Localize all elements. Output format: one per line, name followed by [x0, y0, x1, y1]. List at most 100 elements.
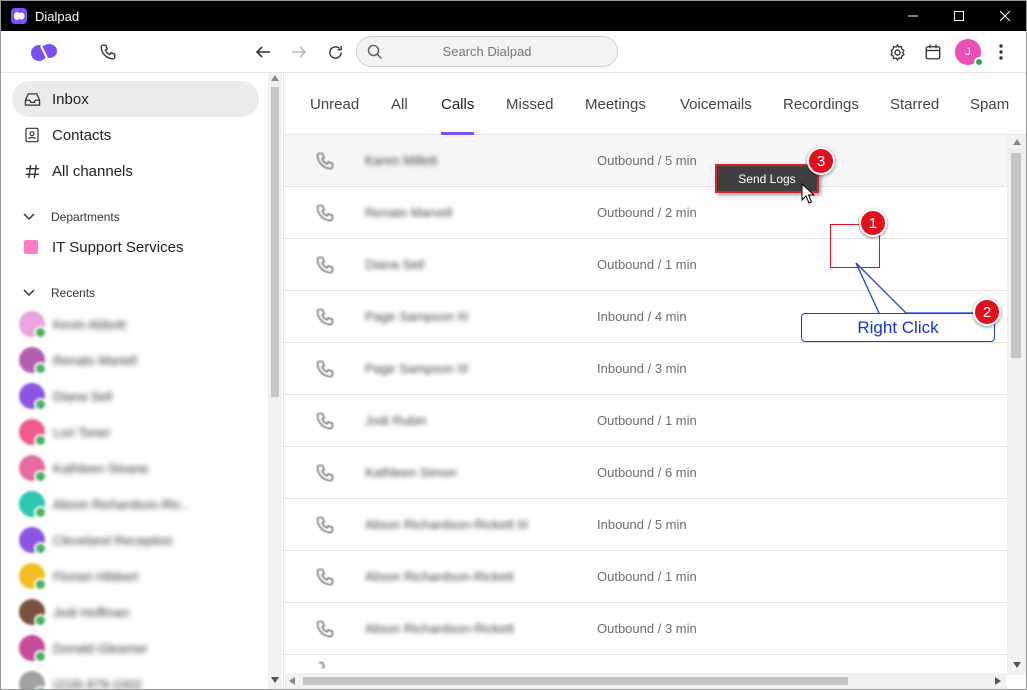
settings-gear-icon[interactable] [885, 31, 909, 73]
departments-section-toggle[interactable]: Departments [23, 210, 120, 224]
call-list-row[interactable]: Diana Sell Outbound / 1 min [285, 239, 1007, 291]
dialpad-logo-icon[interactable] [27, 31, 61, 73]
scrollbar-thumb[interactable] [271, 87, 279, 397]
call-list-row[interactable]: Renato Marvell Outbound / 2 min [285, 187, 1007, 239]
sidebar-item-inbox[interactable]: Inbox [12, 81, 259, 117]
user-avatar[interactable]: J [955, 39, 984, 67]
recent-contact[interactable]: Jodi Hoffman [19, 598, 130, 627]
phone-call-icon [315, 619, 335, 644]
more-vertical-icon[interactable] [991, 31, 1011, 73]
scroll-right-arrow-icon[interactable] [995, 677, 1001, 685]
phone-call-icon [315, 255, 335, 280]
call-contact-name: Jodi Rubin [365, 413, 427, 428]
maximize-button[interactable] [936, 1, 982, 31]
recent-contact-name: Jodi Hoffman [53, 604, 130, 620]
chevron-down-icon [23, 210, 41, 224]
call-direction-duration: Outbound / 1 min [597, 569, 697, 584]
sidebar-item-all-channels[interactable]: All channels [12, 153, 259, 189]
scroll-up-arrow-icon[interactable] [271, 75, 279, 81]
scroll-up-arrow-icon[interactable] [1013, 139, 1021, 145]
scroll-left-arrow-icon[interactable] [289, 677, 295, 685]
recent-contact-name: Diana Sell [53, 388, 113, 404]
sidebar: Inbox Contacts All channels Departments … [1, 73, 284, 689]
presence-online-indicator [974, 57, 984, 67]
recents-section-toggle[interactable]: Recents [23, 286, 95, 300]
recent-contact[interactable]: Renato Mariell [19, 346, 137, 375]
call-direction-duration: Outbound / 3 min [597, 621, 697, 636]
call-contact-name: Karen Millett [365, 153, 438, 168]
calendar-icon[interactable] [921, 31, 945, 73]
recent-contact[interactable]: Cleveland Reception [19, 526, 173, 555]
refresh-icon[interactable] [323, 31, 347, 73]
recent-contact[interactable]: (218) 879-1002 [19, 670, 142, 689]
tab-calls[interactable]: Calls [441, 73, 475, 135]
avatar-initial: J [965, 46, 971, 58]
search-input[interactable] [357, 37, 617, 66]
inbox-tabs: Unread All Calls Missed Meetings Voicema… [285, 73, 1026, 135]
sidebar-item-label: IT Support Services [52, 238, 184, 256]
recent-contact[interactable]: Kathleen Sloane [19, 454, 148, 483]
sidebar-item-contacts[interactable]: Contacts [12, 117, 259, 153]
tab-starred[interactable]: Starred [890, 73, 939, 135]
call-list-row[interactable]: Karen Millett Outbound / 5 min [285, 135, 1007, 187]
avatar [19, 527, 47, 555]
call-list-row[interactable]: Alison Richardson-Rickett Outbound / 1 m… [285, 551, 1007, 603]
forward-arrow-icon[interactable] [287, 31, 311, 73]
phone-call-icon [315, 359, 335, 384]
tab-missed[interactable]: Missed [506, 73, 554, 135]
call-list-row[interactable] [285, 655, 1007, 675]
tab-spam[interactable]: Spam [970, 73, 1009, 135]
scrollbar-thumb[interactable] [303, 677, 848, 685]
recents-heading: Recents [51, 286, 96, 300]
call-contact-name: Alison Richardson-Rickett [365, 569, 514, 584]
tab-meetings[interactable]: Meetings [585, 73, 646, 135]
dialpad-app-icon [11, 8, 27, 24]
sidebar-scrollbar[interactable] [268, 73, 282, 689]
recent-contact-name: Cleveland Reception [53, 532, 173, 548]
phone-icon[interactable] [95, 31, 121, 73]
sidebar-item-it-support-services[interactable]: IT Support Services [12, 229, 259, 265]
recent-contact-name: Renato Mariell [53, 352, 137, 368]
scroll-down-arrow-icon[interactable] [1013, 662, 1021, 668]
avatar [19, 671, 47, 689]
tab-all[interactable]: All [391, 73, 408, 135]
title-bar: Dialpad [1, 1, 1026, 31]
recent-contact[interactable]: Donald Gleamer [19, 634, 148, 663]
mouse-pointer-icon [801, 183, 815, 204]
phone-call-icon [315, 515, 335, 540]
avatar [19, 455, 47, 483]
recent-contact[interactable]: Kevin Abbott [19, 310, 126, 339]
hash-icon [12, 164, 52, 179]
tab-unread[interactable]: Unread [310, 73, 359, 135]
recent-contact[interactable]: Diana Sell [19, 382, 113, 411]
tab-voicemails[interactable]: Voicemails [680, 73, 752, 135]
recent-contact-name: Kevin Abbott [53, 316, 126, 332]
search-icon [367, 44, 383, 65]
recent-contact[interactable]: Alison Richardson-Ric.. [19, 490, 188, 519]
scrollbar-thumb[interactable] [1011, 153, 1021, 358]
search-box[interactable] [356, 36, 618, 67]
call-list-row[interactable]: Alison Richardson-Rickett III Inbound / … [285, 499, 1007, 551]
sidebar-item-label: Contacts [52, 126, 112, 144]
step-badge-2: 2 [973, 298, 1001, 326]
phone-call-icon [315, 307, 335, 332]
close-button[interactable] [982, 1, 1026, 31]
call-list-row[interactable]: Page Sampson III Inbound / 3 min [285, 343, 1007, 395]
minimize-button[interactable] [890, 1, 936, 31]
call-list-scrollbar[interactable] [1007, 135, 1026, 675]
call-list-row[interactable]: Kathleen Simon Outbound / 6 min [285, 447, 1007, 499]
avatar [19, 347, 47, 375]
call-list-row[interactable]: Jodi Rubin Outbound / 1 min [285, 395, 1007, 447]
scroll-down-arrow-icon[interactable] [271, 677, 279, 683]
back-arrow-icon[interactable] [251, 31, 275, 73]
phone-call-icon [315, 411, 335, 436]
avatar [19, 635, 47, 663]
departments-heading: Departments [51, 210, 120, 224]
call-contact-name: Alison Richardson-Rickett III [365, 517, 529, 532]
horizontal-scrollbar[interactable] [285, 673, 1007, 689]
call-list-row[interactable]: Alison Richardson-Rickett Outbound / 3 m… [285, 603, 1007, 655]
recent-contact[interactable]: Lori Toner [19, 418, 111, 447]
tab-recordings[interactable]: Recordings [783, 73, 859, 135]
top-toolbar: J [1, 31, 1026, 73]
recent-contact[interactable]: Florian Hibbert [19, 562, 138, 591]
